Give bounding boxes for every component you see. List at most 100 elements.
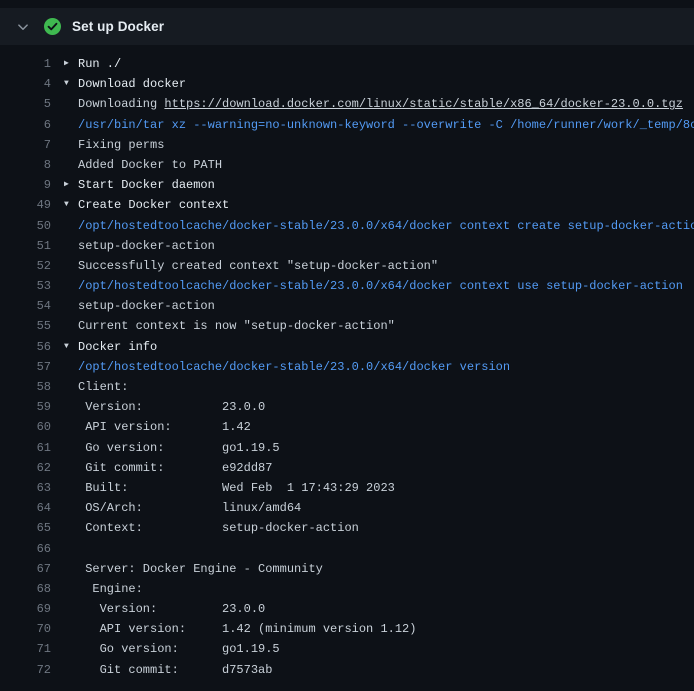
line-number[interactable]: 64 [0,498,51,518]
arrow-spacer [64,660,78,680]
line-number[interactable]: 66 [0,539,51,559]
triangle-down-icon[interactable]: ▼ [64,195,78,215]
line-number[interactable]: 58 [0,377,51,397]
line-number[interactable]: 57 [0,357,51,377]
log-text: Go version: go1.19.5 [78,639,280,659]
log-segment: Version: 23.0.0 [78,602,265,616]
line-number[interactable]: 1 [0,54,51,74]
line-number[interactable]: 60 [0,417,51,437]
line-number[interactable]: 54 [0,296,51,316]
line-number[interactable]: 67 [0,559,51,579]
line-number[interactable]: 70 [0,619,51,639]
log-line: 60 API version: 1.42 [0,417,694,437]
log-line: 51 setup-docker-action [0,236,694,256]
log-line: 68 Engine: [0,579,694,599]
log-command: /usr/bin/tar xz --warning=no-unknown-key… [78,118,694,132]
line-number[interactable]: 72 [0,660,51,680]
log-text: /opt/hostedtoolcache/docker-stable/23.0.… [78,357,510,377]
log-segment: Git commit: e92dd87 [78,461,272,475]
log-text: Engine: [78,579,143,599]
log-text: OS/Arch: linux/amd64 [78,498,301,518]
log-segment: Client: [78,380,128,394]
line-number[interactable]: 6 [0,115,51,135]
log-line: 57/opt/hostedtoolcache/docker-stable/23.… [0,357,694,377]
line-number[interactable]: 63 [0,478,51,498]
log-segment: Go version: go1.19.5 [78,642,280,656]
log-line: 55 Current context is now "setup-docker-a… [0,316,694,336]
log-segment: Git commit: d7573ab [78,663,272,677]
line-number[interactable]: 56 [0,337,51,357]
arrow-spacer [64,115,78,135]
group-title[interactable]: Start Docker daemon [78,178,215,192]
log-line: 64 OS/Arch: linux/amd64 [0,498,694,518]
log-segment: OS/Arch: linux/amd64 [78,501,301,515]
log-text: setup-docker-action [78,296,215,316]
log-segment: Go version: go1.19.5 [78,441,280,455]
arrow-spacer [64,417,78,437]
log-text: setup-docker-action [78,236,215,256]
line-number[interactable]: 53 [0,276,51,296]
log-segment: Server: Docker Engine - Community [78,562,323,576]
line-number[interactable]: 7 [0,135,51,155]
log-segment: API version: 1.42 [78,420,251,434]
arrow-spacer [64,397,78,417]
log-line: 63 Built: Wed Feb 1 17:43:29 2023 [0,478,694,498]
log-segment: Current context is now "setup-docker-act… [78,319,395,333]
log-text: Docker info [78,337,157,357]
log-text: /opt/hostedtoolcache/docker-stable/23.0.… [78,276,683,296]
log-line: 7Fixing perms [0,135,694,155]
log-line: 1 ▶Run ./ [0,54,694,74]
log-text: Successfully created context "setup-dock… [78,256,438,276]
group-title[interactable]: Docker info [78,340,157,354]
arrow-spacer [64,276,78,296]
log-segment: Added Docker to PATH [78,158,222,172]
triangle-down-icon[interactable]: ▼ [64,74,78,94]
line-number[interactable]: 49 [0,195,51,215]
line-number[interactable]: 9 [0,175,51,195]
log-segment: Downloading [78,97,164,111]
log-text: /usr/bin/tar xz --warning=no-unknown-key… [78,115,694,135]
line-number[interactable]: 50 [0,216,51,236]
line-number[interactable]: 55 [0,316,51,336]
line-number[interactable]: 8 [0,155,51,175]
chevron-down-icon[interactable] [16,20,30,34]
arrow-spacer [64,639,78,659]
log-text: Context: setup-docker-action [78,518,359,538]
log-line: 58 Client: [0,377,694,397]
log-line: 4 ▼Download docker [0,74,694,94]
triangle-right-icon[interactable]: ▶ [64,54,78,74]
arrow-spacer [64,438,78,458]
step-header[interactable]: Set up Docker [0,8,694,45]
line-number[interactable]: 69 [0,599,51,619]
log-line: 66 [0,539,694,559]
line-number[interactable]: 61 [0,438,51,458]
group-title[interactable]: Download docker [78,77,186,91]
log-segment: setup-docker-action [78,299,215,313]
line-number[interactable]: 52 [0,256,51,276]
log-line: 71 Go version: go1.19.5 [0,639,694,659]
triangle-right-icon[interactable]: ▶ [64,175,78,195]
line-number[interactable]: 71 [0,639,51,659]
log-link[interactable]: https://download.docker.com/linux/static… [164,97,682,111]
triangle-down-icon[interactable]: ▼ [64,337,78,357]
line-number[interactable]: 51 [0,236,51,256]
log-line: 9 ▶Start Docker daemon [0,175,694,195]
arrow-spacer [64,518,78,538]
line-number[interactable]: 62 [0,458,51,478]
group-title[interactable]: Create Docker context [78,198,229,212]
group-title[interactable]: Run ./ [78,57,121,71]
line-number[interactable]: 5 [0,94,51,114]
log-text: Downloading https://download.docker.com/… [78,94,683,114]
log-text: Current context is now "setup-docker-act… [78,316,395,336]
line-number[interactable]: 4 [0,74,51,94]
log-text: Git commit: d7573ab [78,660,272,680]
log-text: Run ./ [78,54,121,74]
line-number[interactable]: 68 [0,579,51,599]
log-line: 65 Context: setup-docker-action [0,518,694,538]
line-number[interactable]: 59 [0,397,51,417]
log-line: 72 Git commit: d7573ab [0,660,694,680]
log-segment: Engine: [78,582,143,596]
log-line: 69 Version: 23.0.0 [0,599,694,619]
line-number[interactable]: 65 [0,518,51,538]
log-text: Version: 23.0.0 [78,397,265,417]
